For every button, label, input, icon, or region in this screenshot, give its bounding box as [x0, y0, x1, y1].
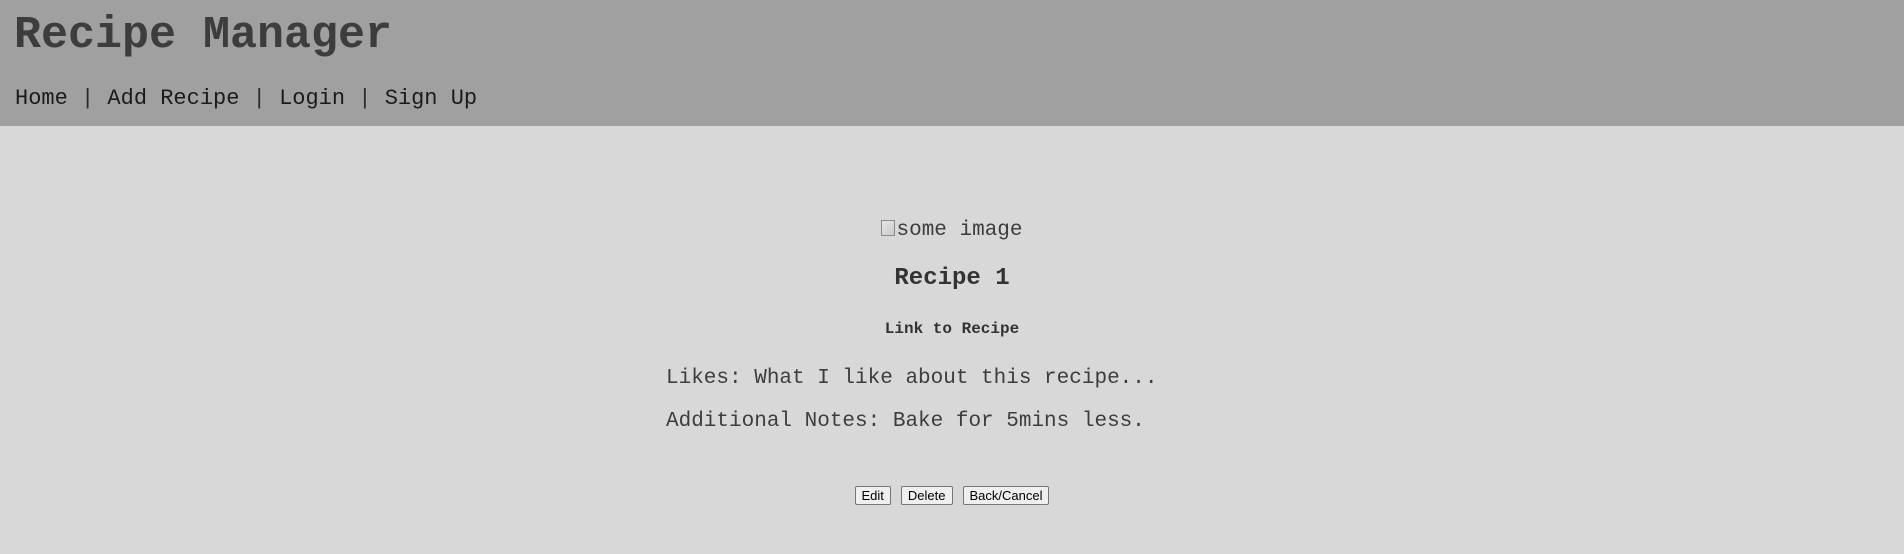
recipe-image: some image [0, 218, 1904, 244]
recipe-detail: some image Recipe 1 Link to Recipe Likes… [0, 126, 1904, 554]
broken-image-icon [881, 220, 896, 236]
recipe-image-alt: some image [896, 219, 1023, 242]
app-header: Recipe Manager Home | Add Recipe | Login… [0, 0, 1904, 126]
edit-button[interactable]: Edit [854, 486, 891, 505]
nav-separator: | [81, 86, 108, 111]
delete-button[interactable]: Delete [900, 486, 953, 505]
back-cancel-button[interactable]: Back/Cancel [962, 486, 1050, 505]
recipe-title: Recipe 1 [894, 265, 1010, 292]
app-title: Recipe Manager [14, 10, 393, 61]
recipe-likes: Likes: What I like about this recipe... [666, 367, 1158, 390]
nav-separator: | [358, 86, 385, 111]
nav-sign-up-link[interactable]: Sign Up [385, 86, 477, 111]
recipe-notes: Likes: What I like about this recipe... … [666, 366, 1157, 452]
nav-separator: | [252, 86, 280, 111]
recipe-link-heading: Link to Recipe [0, 319, 1904, 339]
nav-add-recipe-link[interactable]: Add Recipe [107, 86, 239, 111]
recipe-link[interactable]: Link to Recipe [885, 320, 1019, 338]
main-nav: Home | Add Recipe | Login | Sign Up [15, 86, 477, 112]
nav-login-link[interactable]: Login [279, 86, 345, 111]
recipe-actions: Edit Delete Back/Cancel [0, 486, 1904, 505]
recipe-additional-notes: Additional Notes: Bake for 5mins less. [666, 410, 1145, 433]
nav-home-link[interactable]: Home [15, 86, 68, 111]
